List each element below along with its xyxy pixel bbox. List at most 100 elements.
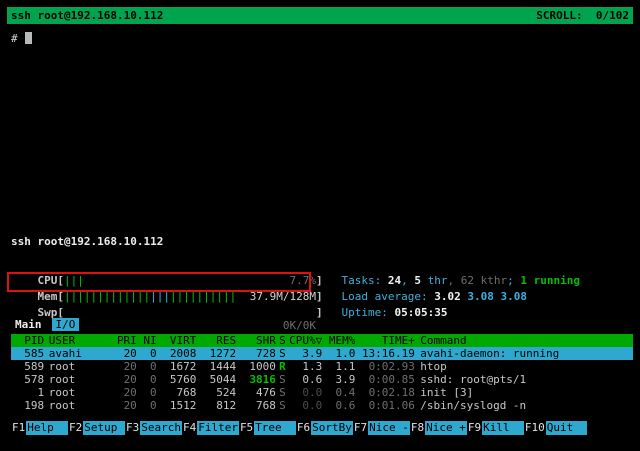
table-cell: 728 bbox=[236, 347, 276, 360]
fkey-number: F6 bbox=[296, 421, 311, 434]
table-cell: 1.3 bbox=[289, 360, 322, 373]
column-header-cpu[interactable]: CPU%▽ bbox=[289, 334, 322, 347]
tab-main[interactable]: Main bbox=[11, 318, 46, 331]
table-cell: 20 bbox=[110, 347, 136, 360]
column-header-virt[interactable]: VIRT bbox=[157, 334, 197, 347]
fkey-setup[interactable]: F2Setup bbox=[68, 421, 125, 435]
table-cell: root bbox=[44, 399, 110, 412]
shell-prompt-line[interactable]: # bbox=[11, 32, 32, 45]
table-cell: 0:01.06 bbox=[355, 399, 415, 412]
fkey-label: Quit bbox=[546, 421, 588, 435]
terminal-screen: ssh root@192.168.10.112 SCROLL: 0/102 # … bbox=[7, 7, 633, 445]
function-key-bar: F1HelpF2SetupF3SearchF4FilterF5TreeF6Sor… bbox=[11, 421, 587, 435]
process-table-header[interactable]: PIDUSERPRINIVIRTRESSHRSCPU%▽MEM%TIME+Com… bbox=[11, 334, 633, 347]
load-15min: 3.08 bbox=[500, 290, 527, 303]
table-cell: 578 bbox=[11, 373, 44, 386]
uptime-line: Uptime: 05:05:35 bbox=[315, 293, 447, 332]
table-row[interactable]: 198root2001512812768S0.00.60:01.06/sbin/… bbox=[11, 399, 633, 412]
table-cell: 2008 bbox=[157, 347, 197, 360]
column-header-ni[interactable]: NI bbox=[137, 334, 157, 347]
table-cell: 768 bbox=[236, 399, 276, 412]
column-header-res[interactable]: RES bbox=[196, 334, 236, 347]
running-count: 1 running bbox=[520, 274, 580, 287]
fkey-nice-[interactable]: F8Nice + bbox=[410, 421, 467, 435]
uptime-value: 05:05:35 bbox=[394, 306, 447, 319]
column-header-user[interactable]: USER bbox=[44, 334, 110, 347]
fkey-label: Filter bbox=[197, 421, 239, 435]
table-cell: 0.4 bbox=[322, 386, 355, 399]
table-cell: 0 bbox=[137, 360, 157, 373]
table-cell: 0.6 bbox=[322, 399, 355, 412]
column-header-time[interactable]: TIME+ bbox=[355, 334, 415, 347]
table-cell: 585 bbox=[11, 347, 44, 360]
fkey-filter[interactable]: F4Filter bbox=[182, 421, 239, 435]
column-header-mem[interactable]: MEM% bbox=[322, 334, 355, 347]
table-cell: root bbox=[44, 360, 110, 373]
table-row-selected[interactable]: 585avahi20020081272728S3.91.013:16.19ava… bbox=[11, 347, 633, 360]
table-cell: 1.1 bbox=[322, 360, 355, 373]
fkey-number: F10 bbox=[524, 421, 546, 434]
column-header-command[interactable]: Command bbox=[415, 334, 633, 347]
fkey-number: F8 bbox=[410, 421, 425, 434]
table-cell: S bbox=[276, 399, 289, 412]
fkey-label: Search bbox=[140, 421, 182, 435]
table-cell: R bbox=[276, 360, 289, 373]
fkey-label: Tree bbox=[254, 421, 296, 435]
top-pane-title: ssh root@192.168.10.112 bbox=[11, 9, 163, 22]
fkey-label: Nice - bbox=[368, 421, 410, 435]
fkey-kill[interactable]: F9Kill bbox=[467, 421, 524, 435]
table-cell: 1672 bbox=[157, 360, 197, 373]
table-cell: 0 bbox=[137, 347, 157, 360]
table-cell: 589 bbox=[11, 360, 44, 373]
table-cell: 0:02.18 bbox=[355, 386, 415, 399]
fkey-number: F1 bbox=[11, 421, 26, 434]
table-cell: 1444 bbox=[196, 360, 236, 373]
table-cell: 20 bbox=[110, 360, 136, 373]
table-cell: 812 bbox=[196, 399, 236, 412]
table-cell: 0.0 bbox=[289, 399, 322, 412]
table-cell: 0.0 bbox=[289, 386, 322, 399]
table-cell: S bbox=[276, 347, 289, 360]
fkey-search[interactable]: F3Search bbox=[125, 421, 182, 435]
table-row[interactable]: 589root200167214441000R1.31.10:02.93htop bbox=[11, 360, 633, 373]
fkey-number: F4 bbox=[182, 421, 197, 434]
scroll-indicator: SCROLL: 0/102 bbox=[536, 9, 629, 22]
table-cell: 0:00.85 bbox=[355, 373, 415, 386]
fkey-nice-[interactable]: F7Nice - bbox=[353, 421, 410, 435]
fkey-label: Kill bbox=[482, 421, 524, 435]
fkey-label: Help bbox=[26, 421, 68, 435]
fkey-quit[interactable]: F10Quit bbox=[524, 421, 588, 435]
top-pane-titlebar: ssh root@192.168.10.112 SCROLL: 0/102 bbox=[7, 7, 633, 24]
table-cell: 1.0 bbox=[322, 347, 355, 360]
table-cell: 13:16.19 bbox=[355, 347, 415, 360]
table-cell: 768 bbox=[157, 386, 197, 399]
table-row[interactable]: 1root200768524476S0.00.40:02.18init [3] bbox=[11, 386, 633, 399]
fkey-number: F7 bbox=[353, 421, 368, 434]
prompt-char: # bbox=[11, 32, 18, 45]
fkey-tree[interactable]: F5Tree bbox=[239, 421, 296, 435]
table-cell: 524 bbox=[196, 386, 236, 399]
load-5min: 3.08 bbox=[467, 290, 494, 303]
table-cell: 3.9 bbox=[289, 347, 322, 360]
table-row[interactable]: 578root200576050443816S0.63.90:00.85sshd… bbox=[11, 373, 633, 386]
fkey-number: F3 bbox=[125, 421, 140, 434]
table-cell: 5760 bbox=[157, 373, 197, 386]
table-cell: 1000 bbox=[236, 360, 276, 373]
fkey-help[interactable]: F1Help bbox=[11, 421, 68, 435]
table-cell: 0 bbox=[137, 373, 157, 386]
bottom-pane-title: ssh root@192.168.10.112 bbox=[11, 235, 163, 248]
table-cell: root bbox=[44, 373, 110, 386]
column-header-shr[interactable]: SHR bbox=[236, 334, 276, 347]
table-cell: S bbox=[276, 373, 289, 386]
table-cell: 20 bbox=[110, 373, 136, 386]
table-cell: 3.9 bbox=[322, 373, 355, 386]
table-cell: 476 bbox=[236, 386, 276, 399]
fkey-sortby[interactable]: F6SortBy bbox=[296, 421, 353, 435]
fkey-number: F9 bbox=[467, 421, 482, 434]
column-header-pid[interactable]: PID bbox=[11, 334, 44, 347]
tab-i-o[interactable]: I/O bbox=[52, 318, 80, 331]
column-header-pri[interactable]: PRI bbox=[110, 334, 136, 347]
table-cell: avahi bbox=[44, 347, 110, 360]
fkey-label: SortBy bbox=[311, 421, 353, 435]
column-header-s[interactable]: S bbox=[276, 334, 289, 347]
